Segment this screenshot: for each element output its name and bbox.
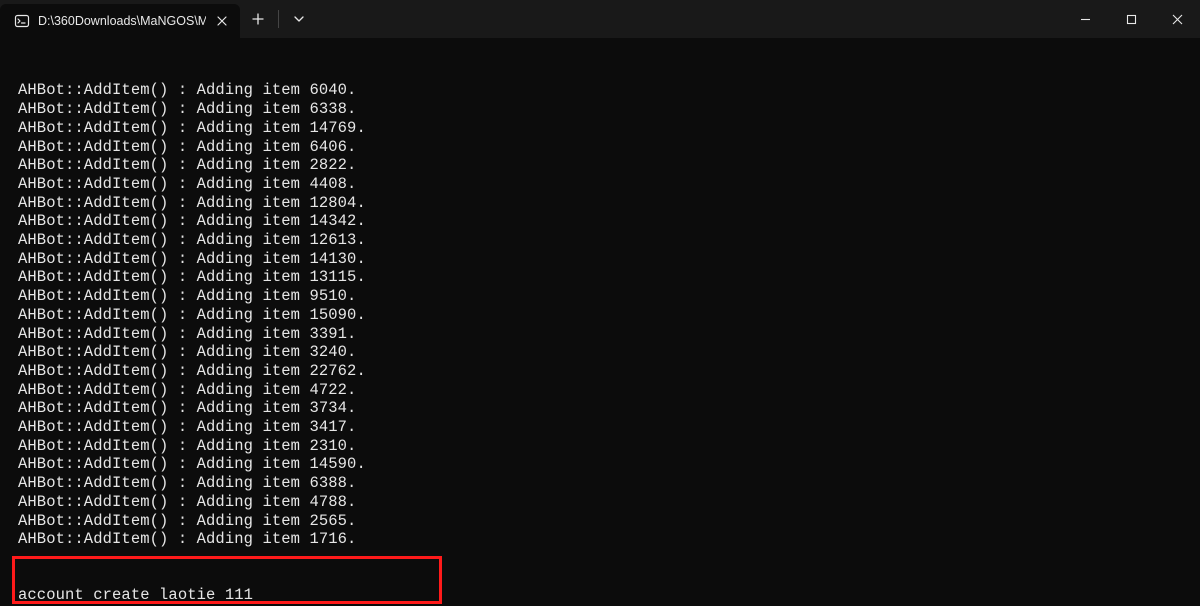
tab-dropdown-button[interactable] xyxy=(281,0,317,38)
output-line: AHBot::AddItem() : Adding item 3734. xyxy=(18,399,1200,418)
output-line: AHBot::AddItem() : Adding item 4788. xyxy=(18,493,1200,512)
terminal-output[interactable]: AHBot::AddItem() : Adding item 6040.AHBo… xyxy=(0,38,1200,606)
output-line: AHBot::AddItem() : Adding item 14590. xyxy=(18,455,1200,474)
output-line: AHBot::AddItem() : Adding item 6338. xyxy=(18,100,1200,119)
output-line: AHBot::AddItem() : Adding item 2565. xyxy=(18,512,1200,531)
titlebar: D:\360Downloads\MaNGOS\M xyxy=(0,0,1200,38)
output-line: AHBot::AddItem() : Adding item 2822. xyxy=(18,156,1200,175)
output-line: AHBot::AddItem() : Adding item 6406. xyxy=(18,138,1200,157)
output-line: AHBot::AddItem() : Adding item 13115. xyxy=(18,268,1200,287)
output-line: AHBot::AddItem() : Adding item 14342. xyxy=(18,212,1200,231)
output-line: AHBot::AddItem() : Adding item 6040. xyxy=(18,81,1200,100)
titlebar-drag-area[interactable] xyxy=(317,0,1062,38)
tab-title: D:\360Downloads\MaNGOS\M xyxy=(38,14,206,28)
output-line: AHBot::AddItem() : Adding item 12613. xyxy=(18,231,1200,250)
output-line: AHBot::AddItem() : Adding item 12804. xyxy=(18,194,1200,213)
output-line: AHBot::AddItem() : Adding item 14769. xyxy=(18,119,1200,138)
output-line: AHBot::AddItem() : Adding item 15090. xyxy=(18,306,1200,325)
output-line: AHBot::AddItem() : Adding item 1716. xyxy=(18,530,1200,549)
command-line: account create laotie 111 xyxy=(18,586,1200,605)
output-line: AHBot::AddItem() : Adding item 3240. xyxy=(18,343,1200,362)
output-line: AHBot::AddItem() : Adding item 2310. xyxy=(18,437,1200,456)
close-tab-icon[interactable] xyxy=(214,13,230,29)
output-line: AHBot::AddItem() : Adding item 14130. xyxy=(18,250,1200,269)
separator xyxy=(278,10,279,28)
minimize-button[interactable] xyxy=(1062,0,1108,38)
terminal-icon xyxy=(14,13,30,29)
new-tab-button[interactable] xyxy=(240,0,276,38)
maximize-button[interactable] xyxy=(1108,0,1154,38)
output-line: AHBot::AddItem() : Adding item 3417. xyxy=(18,418,1200,437)
output-line: AHBot::AddItem() : Adding item 22762. xyxy=(18,362,1200,381)
close-window-button[interactable] xyxy=(1154,0,1200,38)
output-line: AHBot::AddItem() : Adding item 6388. xyxy=(18,474,1200,493)
terminal-tab[interactable]: D:\360Downloads\MaNGOS\M xyxy=(0,4,240,38)
output-line: AHBot::AddItem() : Adding item 4722. xyxy=(18,381,1200,400)
output-line: AHBot::AddItem() : Adding item 3391. xyxy=(18,325,1200,344)
output-line: AHBot::AddItem() : Adding item 9510. xyxy=(18,287,1200,306)
output-line: AHBot::AddItem() : Adding item 4408. xyxy=(18,175,1200,194)
window-controls xyxy=(1062,0,1200,38)
